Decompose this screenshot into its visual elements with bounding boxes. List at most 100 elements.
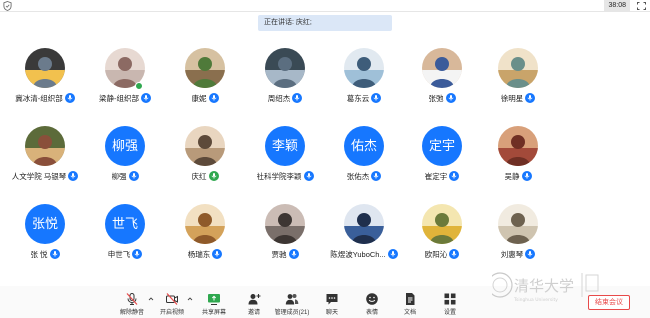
participant-name-row: 欧阳沁	[402, 248, 482, 260]
participant-name-row: 杨瑞东	[165, 248, 245, 260]
microphone-icon	[208, 93, 219, 104]
participant-tile[interactable]: 张弛	[402, 48, 482, 114]
participant-name-row: 陈煜波YuboCh...	[324, 248, 404, 260]
smiley-icon	[366, 293, 378, 305]
microphone-icon	[49, 249, 60, 260]
participant-avatar-text: 世飞	[105, 204, 145, 244]
add-user-icon	[248, 294, 261, 305]
microphone-icon	[303, 171, 314, 182]
participant-name-row: 庆红	[165, 170, 245, 182]
participant-name-row: 贾驰	[245, 248, 325, 260]
participant-name-row: 刘惠琴	[478, 248, 558, 260]
participant-name: 梁静-组织部	[99, 93, 139, 103]
participant-avatar-text: 李颖	[265, 126, 305, 166]
participant-name: 申世飞	[107, 249, 131, 259]
emoji-label: 表情	[365, 310, 378, 316]
emoji-button[interactable]: 表情	[352, 292, 392, 318]
microphone-icon	[288, 249, 299, 260]
participant-tile[interactable]: 人文学院 马银琴	[5, 126, 85, 192]
participant-avatar-text: 柳强	[105, 126, 145, 166]
svg-text:清华大学: 清华大学	[514, 277, 574, 295]
participant-tile[interactable]: 庆红	[165, 126, 245, 192]
camera-off-icon	[166, 293, 178, 305]
microphone-icon	[525, 249, 536, 260]
video-button[interactable]: 开启视频	[152, 292, 192, 318]
microphone-icon	[208, 171, 219, 182]
microphone-icon	[132, 249, 143, 260]
participant-avatar-photo	[498, 48, 538, 88]
participant-avatar-text: 佑杰	[344, 126, 384, 166]
unmute-button[interactable]: 解除静音	[112, 292, 152, 318]
participant-tile[interactable]: 柳强 柳强	[85, 126, 165, 192]
participant-avatar-text: 定宇	[422, 126, 462, 166]
participant-avatar-photo	[344, 204, 384, 244]
grid-settings-icon	[444, 293, 456, 305]
manage-members-label: 管理成员(21)	[274, 310, 310, 316]
participant-name: 刘惠琴	[500, 249, 524, 259]
participant-tile[interactable]: 徐明星	[478, 48, 558, 114]
participant-tile[interactable]: 定宇 崔定宇	[402, 126, 482, 192]
participant-name-row: 康妮	[165, 92, 245, 104]
participant-avatar-photo	[265, 204, 305, 244]
settings-label: 设置	[443, 310, 456, 316]
participant-tile[interactable]: 陈煜波YuboCh...	[324, 204, 404, 270]
participant-name-row: 吴静	[478, 170, 558, 182]
participant-tile[interactable]: 贾驰	[245, 204, 325, 270]
participant-name-row: 申世飞	[85, 248, 165, 260]
participant-avatar-photo	[25, 126, 65, 166]
participant-tile[interactable]: 杨瑞东	[165, 204, 245, 270]
host-badge	[135, 82, 143, 90]
participant-name: 柳强	[111, 171, 127, 181]
participant-name-row: 周绍杰	[245, 92, 325, 104]
settings-button[interactable]: 设置	[430, 292, 470, 318]
microphone-icon	[449, 249, 460, 260]
participant-avatar-photo	[25, 48, 65, 88]
chat-button[interactable]: 聊天	[312, 292, 352, 318]
documents-button[interactable]: 文档	[390, 292, 430, 318]
chevron-up-icon[interactable]	[187, 296, 193, 302]
participant-avatar-photo	[265, 48, 305, 88]
microphone-icon	[521, 171, 532, 182]
document-icon	[406, 293, 415, 305]
participant-avatar-photo	[422, 204, 462, 244]
microphone-icon	[371, 93, 382, 104]
participant-tile[interactable]: 吴静	[478, 126, 558, 192]
share-screen-icon	[208, 294, 220, 305]
participant-name-row: 柳强	[85, 170, 165, 182]
end-meeting-button[interactable]: 结束会议	[588, 295, 630, 310]
participant-name-row: 社科学院李颖	[245, 170, 325, 182]
participant-name-row: 梁静-组织部	[85, 92, 165, 104]
participant-name-row: 张 悦	[5, 248, 85, 260]
participant-tile[interactable]: 张悦张 悦	[5, 204, 85, 270]
participant-avatar-text: 张悦	[25, 204, 65, 244]
participant-name-row: 张佑杰	[324, 170, 404, 182]
participant-avatar-photo	[498, 126, 538, 166]
participant-tile[interactable]: 葛东云	[324, 48, 404, 114]
participant-tile[interactable]: 康妮	[165, 48, 245, 114]
participant-name-row: 人文学院 马银琴	[5, 170, 85, 182]
participant-tile[interactable]: 冀冰清-组织部	[5, 48, 85, 114]
microphone-icon	[371, 171, 382, 182]
microphone-icon	[68, 171, 79, 182]
manage-members-button[interactable]: 管理成员(21)	[272, 292, 312, 318]
participant-name: 庆红	[191, 171, 207, 181]
participant-tile[interactable]: 佑杰 张佑杰	[324, 126, 404, 192]
mic-muted-icon	[126, 293, 138, 305]
unmute-label: 解除静音	[119, 310, 144, 316]
video-label: 开启视频	[159, 310, 184, 316]
microphone-icon	[292, 93, 303, 104]
share-screen-label: 共享屏幕	[201, 310, 226, 316]
share-screen-button[interactable]: 共享屏幕	[194, 292, 234, 318]
microphone-icon	[128, 171, 139, 182]
microphone-icon	[141, 93, 151, 104]
invite-button[interactable]: 邀请	[234, 292, 274, 318]
participant-tile[interactable]: 世飞 申世飞	[85, 204, 165, 270]
participant-name: 张弛	[428, 93, 444, 103]
participant-tile[interactable]: 欧阳沁	[402, 204, 482, 270]
chat-label: 聊天	[325, 310, 338, 316]
participant-tile[interactable]: 梁静-组织部	[85, 48, 165, 114]
participant-tile[interactable]: 刘惠琴	[478, 204, 558, 270]
participant-tile[interactable]: 李颖 社科学院李颖	[245, 126, 325, 192]
participant-tile[interactable]: 周绍杰	[245, 48, 325, 114]
participant-avatar-photo	[185, 204, 225, 244]
